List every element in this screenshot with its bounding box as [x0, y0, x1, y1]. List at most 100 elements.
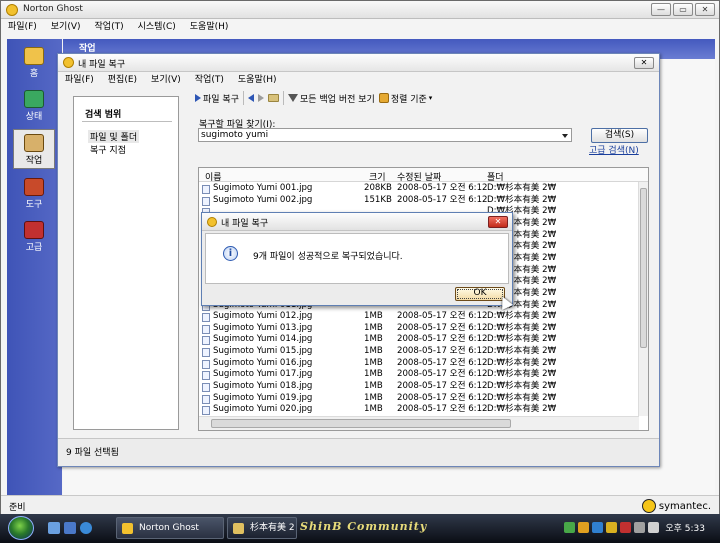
dropdown-arrow-icon[interactable]: [562, 134, 568, 138]
table-row[interactable]: Sugimoto Yumi 002.jpg 151KB 2008-05-17 오전 …: [199, 195, 639, 207]
tray-norton-icon[interactable]: [606, 522, 617, 533]
all-versions-button[interactable]: 모든 백업 버전 보기: [287, 92, 375, 105]
divider: [82, 121, 172, 122]
file-modified-date: 2008-05-17 오전 6:12: [397, 404, 488, 415]
sort-by-button[interactable]: 정렬 기준 ▾: [378, 92, 432, 105]
all-versions-label: 모든 백업 버전 보기: [299, 94, 375, 105]
dialog-close-button[interactable]: ✕: [488, 216, 508, 228]
sort-by-label: 정렬 기준: [390, 94, 427, 105]
taskbar-item-norton-ghost[interactable]: Norton Ghost: [116, 517, 224, 539]
horizontal-scrollbar[interactable]: [199, 416, 639, 430]
start-button[interactable]: [8, 516, 34, 540]
file-modified-date: 2008-05-17 오전 6:12: [397, 357, 488, 368]
tray-security-icon[interactable]: [578, 522, 589, 533]
restore-menu-file[interactable]: 파일(F): [58, 72, 101, 88]
tray-network-icon[interactable]: [564, 522, 575, 533]
restore-menu-edit[interactable]: 편집(E): [101, 72, 144, 88]
table-row[interactable]: Sugimoto Yumi 016.jpg 1MB 2008-05-17 오전 6:…: [199, 358, 639, 370]
file-name: Sugimoto Yumi 018.jpg: [213, 381, 313, 392]
main-status-bar: 준비 symantec.: [1, 495, 719, 515]
file-modified-date: 2008-05-17 오전 6:12: [397, 322, 488, 333]
restore-window-icon: [63, 57, 74, 68]
find-files-input[interactable]: sugimoto yumi: [198, 128, 572, 142]
horizontal-scroll-thumb[interactable]: [211, 419, 511, 428]
sidebar-item-advanced[interactable]: 고급: [13, 217, 55, 257]
taskbar-item-folder[interactable]: 杉本有美 2: [227, 517, 297, 539]
advanced-search-link[interactable]: 고급 검색(N): [589, 143, 639, 156]
sidebar-item-status[interactable]: 상태: [13, 86, 55, 126]
menu-help[interactable]: 도움말(H): [183, 19, 236, 35]
restore-close-button[interactable]: ✕: [634, 57, 654, 69]
restore-menu-view[interactable]: 보기(V): [144, 72, 188, 88]
main-menu-bar: 파일(F) 보기(V) 작업(T) 시스템(C) 도움말(H): [1, 19, 719, 35]
minimize-button[interactable]: —: [651, 3, 671, 16]
table-row[interactable]: Sugimoto Yumi 001.jpg 208KB 2008-05-17 오전 …: [199, 183, 639, 195]
close-button[interactable]: ✕: [695, 3, 715, 16]
back-icon[interactable]: [247, 94, 254, 102]
table-row[interactable]: Sugimoto Yumi 019.jpg 1MB 2008-05-17 오전 6:…: [199, 393, 639, 405]
dialog-body: i 9개 파일이 성공적으로 복구되었습니다.: [205, 233, 509, 284]
dialog-message: 9개 파일이 성공적으로 복구되었습니다.: [253, 252, 403, 262]
restore-menu-help[interactable]: 도움말(H): [231, 72, 284, 88]
table-row[interactable]: Sugimoto Yumi 018.jpg 1MB 2008-05-17 오전 6:…: [199, 381, 639, 393]
internet-explorer-icon[interactable]: [80, 522, 92, 534]
restore-files-button[interactable]: 파일 복구: [195, 92, 239, 105]
tray-app-icon[interactable]: [592, 522, 603, 533]
restore-menu-tasks[interactable]: 작업(T): [188, 72, 231, 88]
file-modified-date: 2008-05-17 오전 6:12: [397, 369, 488, 380]
restore-status-bar: 9 파일 선택됨: [58, 438, 659, 466]
table-row[interactable]: Sugimoto Yumi 012.jpg 1MB 2008-05-17 오전 6:…: [199, 311, 639, 323]
table-row[interactable]: Sugimoto Yumi 014.jpg 1MB 2008-05-17 오전 6:…: [199, 334, 639, 346]
sidebar-item-tools[interactable]: 도구: [13, 174, 55, 214]
file-folder: D:₩杉本有美 2₩: [487, 357, 557, 368]
dialog-title: 내 파일 복구: [221, 219, 269, 229]
main-window-title: Norton Ghost: [23, 4, 83, 14]
column-name[interactable]: 이름: [205, 170, 222, 183]
column-modified-date[interactable]: 수정된 날짜: [397, 170, 441, 183]
toolbar-separator: [242, 91, 244, 105]
menu-file[interactable]: 파일(F): [1, 19, 44, 35]
scope-files-and-folders[interactable]: 파일 및 폴더: [88, 130, 140, 143]
menu-system[interactable]: 시스템(C): [131, 19, 183, 35]
sidebar-item-home[interactable]: 홈: [13, 43, 55, 83]
vertical-scrollbar[interactable]: [638, 182, 648, 416]
menu-view[interactable]: 보기(V): [44, 19, 88, 35]
folder-task-icon: [233, 523, 244, 534]
file-folder: D:₩杉本有美 2₩: [487, 311, 557, 322]
table-row[interactable]: Sugimoto Yumi 013.jpg 1MB 2008-05-17 오전 6:…: [199, 323, 639, 335]
file-folder: D:₩杉本有美 2₩: [487, 322, 557, 333]
tray-display-icon[interactable]: [634, 522, 645, 533]
scope-restore-points[interactable]: 복구 지점: [90, 143, 126, 156]
file-icon: [202, 336, 210, 346]
table-row[interactable]: Sugimoto Yumi 020.jpg 1MB 2008-05-17 오전 6:…: [199, 404, 639, 416]
switch-windows-icon[interactable]: [64, 522, 76, 534]
info-icon: i: [223, 246, 238, 261]
restore-complete-dialog: 내 파일 복구 ✕ i 9개 파일이 성공적으로 복구되었습니다. OK: [201, 212, 513, 310]
sidebar-label-home: 홈: [29, 69, 39, 79]
find-files-value: sugimoto yumi: [201, 130, 269, 140]
vertical-scroll-thumb[interactable]: [640, 188, 647, 348]
menu-tasks[interactable]: 작업(T): [88, 19, 131, 35]
maximize-button[interactable]: ▭: [673, 3, 693, 16]
taskbar-clock[interactable]: 오후 5:33: [665, 521, 705, 534]
home-icon: [24, 47, 44, 65]
tray-volume-icon[interactable]: [648, 522, 659, 533]
forward-icon[interactable]: [257, 94, 264, 102]
tray-alert-icon[interactable]: [620, 522, 631, 533]
symantec-wordmark: symantec.: [658, 500, 711, 512]
file-modified-date: 2008-05-17 오전 6:12: [397, 392, 488, 403]
show-desktop-icon[interactable]: [48, 522, 60, 534]
file-size: 1MB: [364, 322, 383, 333]
column-size[interactable]: 크기: [369, 170, 386, 183]
table-row[interactable]: Sugimoto Yumi 015.jpg 1MB 2008-05-17 오전 6:…: [199, 346, 639, 358]
search-scope-panel: 검색 범위 파일 및 폴더 복구 지점: [73, 96, 179, 430]
table-row[interactable]: Sugimoto Yumi 017.jpg 1MB 2008-05-17 오전 6:…: [199, 369, 639, 381]
sidebar-item-tasks[interactable]: 작업: [13, 129, 55, 169]
file-name: Sugimoto Yumi 012.jpg: [213, 311, 313, 322]
folder-icon[interactable]: [267, 94, 279, 102]
dialog-window-icon: [207, 217, 217, 227]
file-size: 1MB: [364, 369, 383, 380]
taskbar-label-folder: 杉本有美 2: [250, 523, 295, 533]
search-button[interactable]: 검색(S): [591, 128, 648, 143]
column-folder[interactable]: 폴더: [487, 170, 504, 183]
